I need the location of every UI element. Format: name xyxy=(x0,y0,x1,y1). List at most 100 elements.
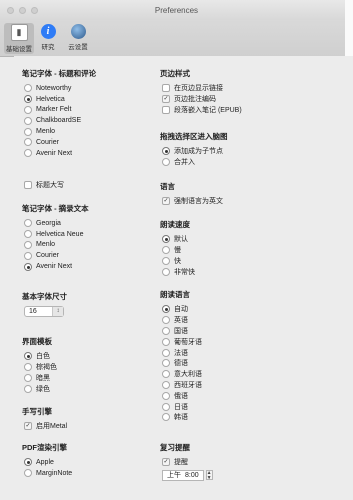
font-option[interactable]: Marker Felt xyxy=(22,105,147,116)
radio-button[interactable] xyxy=(162,391,170,400)
lang-option[interactable]: 俄语 xyxy=(160,390,310,401)
radio-button[interactable] xyxy=(24,240,32,249)
checkbox[interactable]: ✓ xyxy=(162,95,170,104)
metal-checkbox[interactable]: ✓ 启用Metal xyxy=(22,421,147,432)
force-english-checkbox[interactable]: ✓ 强制语言为英文 xyxy=(160,196,310,207)
checkbox[interactable]: ✓ xyxy=(162,197,170,206)
handwriting-group: 手写引擎 ✓ 启用Metal xyxy=(22,406,147,432)
tab-general[interactable]: ▮ 基础设置 xyxy=(4,23,34,54)
lang-option[interactable]: 德语 xyxy=(160,358,310,369)
lang-option[interactable]: 日语 xyxy=(160,401,310,412)
radio-button[interactable] xyxy=(24,251,32,260)
theme-option[interactable]: 白色 xyxy=(22,351,147,362)
speed-option[interactable]: 非常快 xyxy=(160,266,310,277)
lang-option[interactable]: 意大利语 xyxy=(160,369,310,380)
font-option[interactable]: Noteworthy xyxy=(22,83,147,94)
radio-button[interactable] xyxy=(24,469,32,478)
radio-button[interactable] xyxy=(24,384,32,393)
checkbox[interactable] xyxy=(162,105,170,114)
theme-option[interactable]: 绿色 xyxy=(22,383,147,394)
radio-button[interactable] xyxy=(162,380,170,389)
uppercase-checkbox[interactable]: 标题大写 xyxy=(22,180,147,191)
review-checkbox[interactable]: ✓ 提醒 xyxy=(160,457,310,468)
font-option[interactable]: Helvetica Neue xyxy=(22,229,147,240)
radio-button[interactable] xyxy=(162,256,170,265)
radio-button[interactable] xyxy=(162,326,170,335)
option-label: 俄语 xyxy=(174,392,188,400)
radio-button[interactable] xyxy=(24,116,32,125)
radio-button[interactable] xyxy=(24,127,32,136)
radio-button[interactable] xyxy=(162,235,170,244)
tab-cloud[interactable]: 云设置 xyxy=(63,23,93,54)
radio-button[interactable] xyxy=(162,267,170,276)
radio-button[interactable] xyxy=(24,138,32,147)
radio-button[interactable] xyxy=(162,305,170,314)
pdf-engine-option[interactable]: Apple xyxy=(22,457,147,468)
radio-button[interactable] xyxy=(162,337,170,346)
font-option[interactable]: Menlo xyxy=(22,240,147,251)
font-size-select[interactable]: 16 ↕ xyxy=(24,306,64,317)
drag-option[interactable]: 合并入 xyxy=(160,157,310,168)
font-option[interactable]: Georgia xyxy=(22,218,147,229)
option-label: Noteworthy xyxy=(36,84,72,92)
review-time-row: 上午 8:00 ▲ ▼ xyxy=(160,469,310,481)
theme-option[interactable]: 棕褐色 xyxy=(22,362,147,373)
radio-button[interactable] xyxy=(24,105,32,114)
lang-option[interactable]: 葡萄牙语 xyxy=(160,336,310,347)
checkbox[interactable] xyxy=(24,181,32,190)
checkbox[interactable]: ✓ xyxy=(162,458,170,467)
radio-button[interactable] xyxy=(162,370,170,379)
lang-option[interactable]: 自动 xyxy=(160,304,310,315)
speed-option[interactable]: 默认 xyxy=(160,234,310,245)
radio-button[interactable] xyxy=(24,84,32,93)
font-option[interactable]: Avenir Next xyxy=(22,148,147,159)
font-option[interactable]: Menlo xyxy=(22,126,147,137)
handwriting-heading: 手写引擎 xyxy=(22,407,52,416)
radio-button[interactable] xyxy=(24,219,32,228)
font-option[interactable]: Courier xyxy=(22,137,147,148)
radio-button[interactable] xyxy=(162,413,170,422)
margin-option[interactable]: ✓ 页边批注编码 xyxy=(160,94,310,105)
font-option[interactable]: Avenir Next xyxy=(22,261,147,272)
radio-button[interactable] xyxy=(24,230,32,239)
radio-button[interactable] xyxy=(24,363,32,372)
margin-style-group: 页边样式 在页边显示链接 ✓ 页边批注编码 段落嵌入笔记 (EPUB) xyxy=(160,68,310,115)
speed-option[interactable]: 快 xyxy=(160,256,310,267)
radio-button[interactable] xyxy=(162,246,170,255)
radio-button[interactable] xyxy=(162,158,170,167)
font-option[interactable]: Helvetica xyxy=(22,94,147,105)
radio-button[interactable] xyxy=(24,373,32,382)
option-label: Courier xyxy=(36,138,59,146)
time-stepper[interactable]: ▲ ▼ xyxy=(205,470,213,481)
drag-option[interactable]: 添加成为子节点 xyxy=(160,146,310,157)
margin-option[interactable]: 段落嵌入笔记 (EPUB) xyxy=(160,105,310,116)
checkbox[interactable] xyxy=(162,84,170,93)
radio-button[interactable] xyxy=(162,402,170,411)
radio-button[interactable] xyxy=(162,348,170,357)
radio-button[interactable] xyxy=(24,352,32,361)
lang-option[interactable]: 西班牙语 xyxy=(160,380,310,391)
lang-option[interactable]: 英语 xyxy=(160,315,310,326)
radio-button[interactable] xyxy=(24,262,32,271)
speed-option[interactable]: 慢 xyxy=(160,245,310,256)
read-language-heading: 朗读语言 xyxy=(160,290,190,299)
option-label: Avenir Next xyxy=(36,263,73,271)
font-option[interactable]: ChalkboardSE xyxy=(22,115,147,126)
tab-research[interactable]: i 研究 xyxy=(33,23,63,54)
radio-button[interactable] xyxy=(162,316,170,325)
radio-button[interactable] xyxy=(162,147,170,156)
radio-button[interactable] xyxy=(24,149,32,158)
margin-option[interactable]: 在页边显示链接 xyxy=(160,83,310,94)
font-option[interactable]: Courier xyxy=(22,250,147,261)
review-time-field[interactable]: 上午 8:00 xyxy=(162,469,204,481)
lang-option[interactable]: 国语 xyxy=(160,326,310,337)
option-label: Georgia xyxy=(36,219,61,227)
radio-button[interactable] xyxy=(24,95,32,104)
checkbox[interactable]: ✓ xyxy=(24,422,32,431)
theme-option[interactable]: 暗黑 xyxy=(22,373,147,384)
lang-option[interactable]: 法语 xyxy=(160,347,310,358)
radio-button[interactable] xyxy=(162,359,170,368)
pdf-engine-option[interactable]: MarginNote xyxy=(22,468,147,479)
lang-option[interactable]: 韩语 xyxy=(160,412,310,423)
radio-button[interactable] xyxy=(24,458,32,467)
